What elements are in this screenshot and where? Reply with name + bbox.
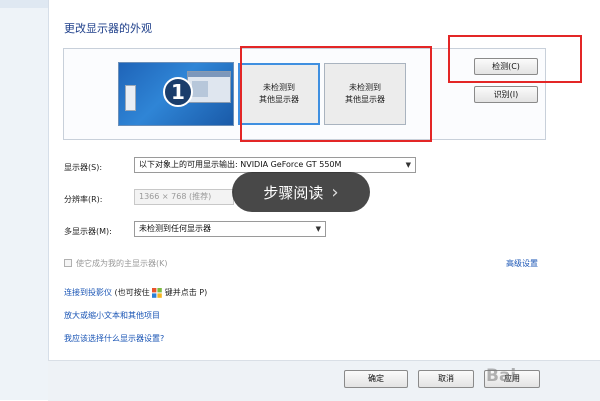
highlight-box-monitors	[240, 46, 432, 142]
cancel-button[interactable]: 取消	[418, 370, 474, 388]
step-reading-overlay[interactable]: 步骤阅读 ›	[232, 172, 370, 212]
identify-button[interactable]: 识别(I)	[474, 86, 538, 103]
window-graphic	[187, 71, 231, 103]
page-title: 更改显示器的外观	[64, 22, 152, 35]
window-left-edge	[0, 0, 49, 400]
baidu-watermark: Bai	[486, 366, 517, 386]
left-edge-stripe	[0, 0, 48, 8]
advanced-settings-link[interactable]: 高级设置	[506, 258, 538, 269]
chevron-right-icon: ›	[331, 181, 339, 203]
projector-hint-suffix: 键并点击 P)	[164, 288, 208, 297]
multiple-displays-select-value: 未检测到任何显示器	[139, 224, 211, 233]
detect-button[interactable]: 检测(C)	[474, 58, 538, 75]
resolution-select-value: 1366 × 768 (推荐)	[139, 192, 212, 201]
connect-projector-link[interactable]: 连接到投影仪	[64, 288, 112, 297]
multiple-displays-label: 多显示器(M):	[64, 227, 112, 236]
projector-hint-prefix: (也可按住	[114, 288, 150, 297]
resolution-label: 分辨率(R):	[64, 195, 103, 204]
windows-logo-icon	[152, 287, 163, 298]
display-label: 显示器(S):	[64, 163, 103, 172]
monitor-1[interactable]: 1	[118, 62, 234, 126]
taskbar-graphic	[125, 85, 136, 111]
primary-display-checkbox[interactable]	[64, 259, 72, 267]
monitor-number-badge: 1	[163, 77, 193, 107]
resolution-select[interactable]: 1366 × 768 (推荐)	[134, 189, 234, 205]
primary-display-label: 使它成为我的主显示器(K)	[76, 259, 168, 268]
text-size-link[interactable]: 放大或缩小文本和其他项目	[64, 310, 160, 321]
ok-button[interactable]: 确定	[344, 370, 408, 388]
display-select-value: 以下对象上的可用显示输出: NVIDIA GeForce GT 550M	[139, 160, 342, 169]
display-settings-help-link[interactable]: 我应该选择什么显示器设置?	[64, 333, 164, 344]
projector-row: 连接到投影仪 (也可按住 键并点击 P)	[64, 287, 207, 298]
chevron-down-icon: ▼	[405, 161, 411, 169]
step-reading-label: 步骤阅读	[263, 183, 324, 202]
chevron-down-icon: ▼	[315, 225, 321, 233]
display-select[interactable]: 以下对象上的可用显示输出: NVIDIA GeForce GT 550M ▼	[134, 157, 416, 173]
multiple-displays-select[interactable]: 未检测到任何显示器 ▼	[134, 221, 326, 237]
